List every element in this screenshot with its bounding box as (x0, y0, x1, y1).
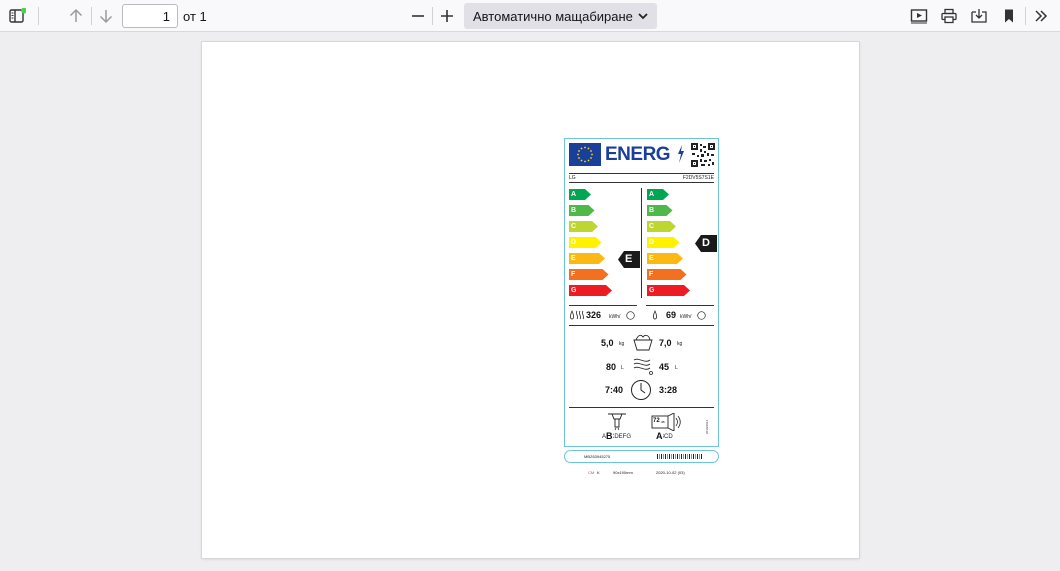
chevron-down-icon (638, 13, 648, 20)
scale-divider (641, 188, 642, 298)
model-number: F2DV5S7S1E (682, 175, 714, 181)
footer-dimensions: 90x190mm (613, 470, 633, 475)
footer-date: 2020-10-02 (03) (656, 470, 685, 475)
rule-left (569, 305, 637, 306)
presentation-mode-button[interactable] (909, 6, 929, 26)
scale-bar-c: C (647, 221, 676, 232)
rule-bottom (569, 407, 714, 408)
lightning-icon (678, 145, 684, 163)
scale-bar-d: D (647, 237, 680, 248)
pdf-page (202, 42, 859, 558)
bookmark-icon (1005, 9, 1013, 23)
more-tools-button[interactable] (1031, 6, 1051, 26)
footer-color-k: K (597, 470, 600, 475)
brand-name: LG (569, 175, 576, 181)
scale-bar-a: A (647, 189, 669, 200)
energy-unit-right: kWh/ (680, 314, 692, 320)
arrow-up-icon (69, 8, 83, 22)
wash-icon (653, 310, 657, 320)
eu-stars-icon (577, 146, 593, 163)
energy-class-right: D (702, 237, 710, 249)
energy-label: ENERG LG F2DV5S7S1E E D 326 kWh/ 69 kWh/… (564, 138, 719, 447)
zoom-select[interactable]: Автоматично мащабиране (464, 3, 657, 29)
save-icon (971, 9, 987, 23)
energy-class-left: E (625, 253, 633, 265)
next-page-button[interactable] (96, 6, 116, 26)
cycles-100-icon (697, 311, 706, 320)
regulation-number: 2019/2014 (705, 419, 709, 434)
previous-page-button[interactable] (66, 6, 86, 26)
footer-color-cm: CM (588, 470, 595, 475)
energy-value-left: 326 (586, 310, 602, 320)
capacity-dry-value: 7,0 (659, 338, 672, 348)
water-tap-icon (633, 358, 653, 375)
water-right-value: 45 (659, 362, 670, 372)
scale-bar-g: G (569, 285, 612, 296)
water-left-value: 80 (606, 362, 617, 372)
sidebar-toggle-button[interactable] (6, 6, 28, 26)
eu-flag (569, 143, 601, 166)
zoom-select-value: Автоматично мащабиране (473, 8, 633, 24)
toolbar-separator (432, 7, 433, 25)
toolbar-separator (1025, 7, 1026, 25)
scale-bar-b: B (647, 205, 673, 216)
energy-value-right: 69 (666, 310, 677, 320)
printer-icon (941, 8, 957, 24)
save-button[interactable] (969, 6, 989, 26)
spin-drying-icon (608, 413, 626, 431)
header-rule (569, 173, 714, 174)
scale-bar-a: A (569, 189, 591, 200)
footer-part-code: MBZ63945275 (584, 454, 611, 459)
page-number-input[interactable] (122, 4, 178, 28)
qr-code (691, 143, 715, 167)
spin-class-highlight: B (606, 431, 613, 441)
scale-bar-e: E (647, 253, 683, 264)
noise-class-highlight: A (656, 431, 663, 441)
double-chevron-right-icon (1035, 10, 1048, 22)
scale-bar-c: C (569, 221, 598, 232)
zoom-out-button[interactable] (408, 6, 428, 26)
arrow-down-icon (99, 10, 113, 24)
noise-db-value: 72 (653, 418, 660, 424)
zoom-in-button[interactable] (437, 6, 457, 26)
brand-rule (569, 182, 714, 183)
label-footer-strip: MBZ63945275 (564, 450, 719, 463)
toolbar-separator (91, 7, 92, 25)
wash-dry-icon (570, 310, 584, 320)
scale-bar-f: F (647, 269, 687, 280)
time-left-value: 7:40 (605, 385, 624, 395)
scale-bar-b: B (569, 205, 595, 216)
page-total-label: от 1 (183, 9, 207, 24)
scale-bar-g: G (647, 285, 690, 296)
rule-energy (569, 325, 714, 326)
toolbar-separator (38, 7, 39, 25)
noise-db-unit: dB (661, 420, 665, 424)
time-right-value: 3:28 (659, 385, 678, 395)
water-unit-right: L (675, 365, 678, 371)
capacity-wash-value: 5,0 (601, 338, 614, 348)
barcode (657, 454, 703, 459)
rule-right (646, 305, 714, 306)
laundry-basket-icon (633, 334, 653, 351)
bookmark-button[interactable] (999, 6, 1019, 26)
energy-unit-left: kWh/ (609, 314, 621, 320)
print-button[interactable] (939, 6, 959, 26)
cycles-100-icon (626, 311, 635, 320)
presentation-icon (910, 9, 928, 24)
pdf-toolbar: от 1 Автоматично мащабиране (0, 0, 1060, 32)
minus-icon (412, 15, 424, 17)
energy-title: ENERG (605, 144, 671, 165)
capacity-unit-left: kg (619, 341, 625, 347)
clock-icon (631, 380, 651, 400)
scale-bar-d: D (569, 237, 602, 248)
capacity-unit-right: kg (677, 341, 683, 347)
sidebar-icon (9, 8, 26, 23)
plus-icon (441, 10, 453, 22)
scale-bar-e: E (569, 253, 605, 264)
scale-bar-f: F (569, 269, 609, 280)
water-unit-left: L (621, 365, 624, 371)
